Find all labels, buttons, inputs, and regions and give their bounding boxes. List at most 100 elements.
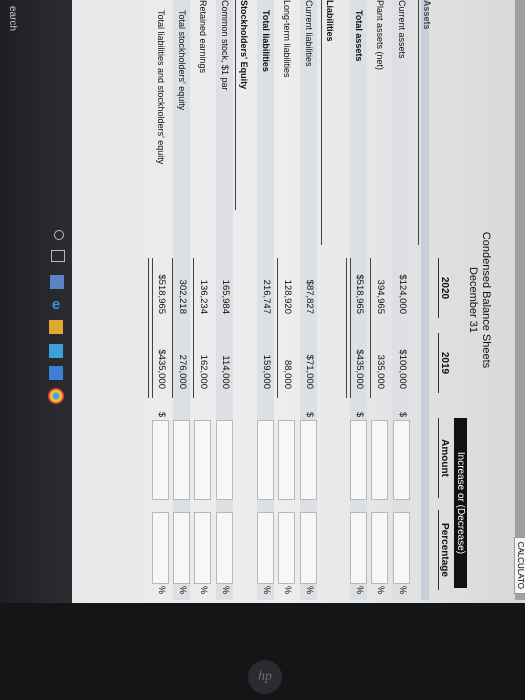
row-label: Current assets: [397, 0, 407, 59]
percent-sign: %: [157, 586, 167, 595]
value-2019: 114,000: [220, 355, 231, 389]
percentage-header: Percentage: [438, 510, 450, 590]
percentage-input[interactable]: [350, 512, 367, 584]
divider: [321, 0, 322, 245]
percent-sign: %: [305, 586, 315, 595]
file-explorer-icon[interactable]: [50, 275, 64, 289]
mail-icon[interactable]: [49, 366, 63, 380]
monitor-screen: CALCULATO Condensed Balance Sheets Decem…: [0, 0, 525, 700]
percent-sign: %: [398, 586, 408, 595]
dollar-sign: $: [305, 412, 315, 418]
increase-decrease-header: Increase or (Decrease): [454, 418, 467, 588]
value-2020: 165,984: [220, 279, 231, 314]
percent-sign: %: [283, 586, 293, 595]
value-2020: 128,920: [282, 279, 293, 314]
value-2019: 335,000: [375, 354, 386, 389]
percent-sign: %: [178, 586, 188, 595]
sheet-title: Condensed Balance Sheets: [480, 231, 492, 369]
value-2020: 216,747: [261, 279, 272, 314]
percentage-input[interactable]: [393, 512, 410, 584]
percentage-input[interactable]: [257, 512, 274, 584]
row-label: Retained earnings: [198, 0, 208, 74]
dollar-sign: $: [355, 412, 365, 418]
value-2019: $435,000: [354, 349, 365, 389]
value-2019: $435,000: [156, 349, 167, 389]
amount-input[interactable]: [300, 420, 317, 500]
row-label-total: Total assets: [354, 10, 364, 62]
subtotal-line: [193, 258, 194, 398]
amount-input[interactable]: [216, 420, 233, 500]
percentage-input[interactable]: [371, 512, 388, 584]
folder-icon[interactable]: [49, 320, 63, 334]
value-2020: $87,827: [304, 279, 315, 314]
hp-logo: hp: [248, 660, 282, 694]
amount-input[interactable]: [173, 420, 190, 500]
row-band: [421, 0, 429, 600]
percentage-input[interactable]: [194, 512, 211, 584]
row-label: Current liabilities: [304, 0, 314, 67]
value-2019: $71,000: [304, 354, 315, 389]
year-2020-header: 2020: [438, 258, 450, 318]
row-label: Plant assets (net): [375, 0, 385, 71]
value-2020: 394,965: [375, 279, 386, 314]
amount-input[interactable]: [257, 420, 274, 500]
value-2019: $100,000: [397, 349, 408, 389]
percent-sign: %: [262, 586, 272, 595]
percentage-input[interactable]: [173, 512, 190, 584]
total-double-line: [148, 258, 153, 398]
row-label: Long-term liabilities: [282, 0, 292, 78]
calculator-tab[interactable]: CALCULATO: [514, 536, 525, 594]
value-2020: 302,218: [177, 279, 188, 314]
percent-sign: %: [199, 586, 209, 595]
subtotal-line: [172, 258, 173, 398]
percent-sign: %: [376, 586, 386, 595]
taskbar-search[interactable]: earch: [7, 6, 18, 31]
total-double-line: [346, 258, 351, 398]
year-2019-header: 2019: [438, 333, 450, 393]
section-equity: Stockholders' Equity: [239, 0, 249, 90]
value-2020: $124,000: [397, 274, 408, 314]
monitor-bezel: hp: [0, 603, 525, 700]
cortana-icon[interactable]: [54, 230, 64, 240]
percent-sign: %: [221, 586, 231, 595]
subtotal-line: [370, 258, 371, 398]
rotated-view: CALCULATO Condensed Balance Sheets Decem…: [10, 0, 525, 600]
balance-sheet-page: CALCULATO Condensed Balance Sheets Decem…: [10, 0, 525, 600]
edge-icon[interactable]: e: [48, 297, 64, 313]
row-label-total: Total liabilities: [261, 10, 271, 72]
value-2020: $518,965: [354, 274, 365, 314]
dollar-sign: $: [157, 412, 167, 418]
row-label-total: Total stockholders' equity: [177, 10, 187, 111]
amount-input[interactable]: [278, 420, 295, 500]
row-label: Common stock, $1 par: [220, 0, 230, 91]
value-2019: 88,000: [282, 359, 293, 389]
top-bar: [515, 0, 525, 600]
section-liabilities: Liabilities: [325, 0, 335, 42]
divider: [235, 0, 236, 210]
task-view-icon[interactable]: [51, 250, 65, 262]
amount-input[interactable]: [393, 420, 410, 500]
row-label-grand-total: Total liabilities and stockholders' equi…: [156, 10, 166, 165]
subtotal-line: [277, 258, 278, 398]
dollar-sign: $: [398, 412, 408, 418]
amount-input[interactable]: [350, 420, 367, 500]
percentage-input[interactable]: [216, 512, 233, 584]
value-2020: $518,965: [156, 274, 167, 314]
percentage-input[interactable]: [152, 512, 169, 584]
value-2019: 276,000: [177, 354, 188, 389]
amount-input[interactable]: [371, 420, 388, 500]
value-2019: 159,000: [261, 354, 272, 389]
store-icon[interactable]: [49, 344, 63, 358]
value-2019: 162,000: [198, 354, 209, 389]
windows-taskbar: earch e: [0, 0, 72, 603]
sheet-subtitle: December 31: [467, 266, 479, 334]
percent-sign: %: [355, 586, 365, 595]
amount-header: Amount: [438, 418, 450, 498]
chrome-icon[interactable]: [48, 388, 64, 404]
percentage-input[interactable]: [278, 512, 295, 584]
value-2020: 136,234: [198, 279, 209, 314]
percentage-input[interactable]: [300, 512, 317, 584]
divider: [418, 0, 419, 245]
amount-input[interactable]: [194, 420, 211, 500]
amount-input[interactable]: [152, 420, 169, 500]
